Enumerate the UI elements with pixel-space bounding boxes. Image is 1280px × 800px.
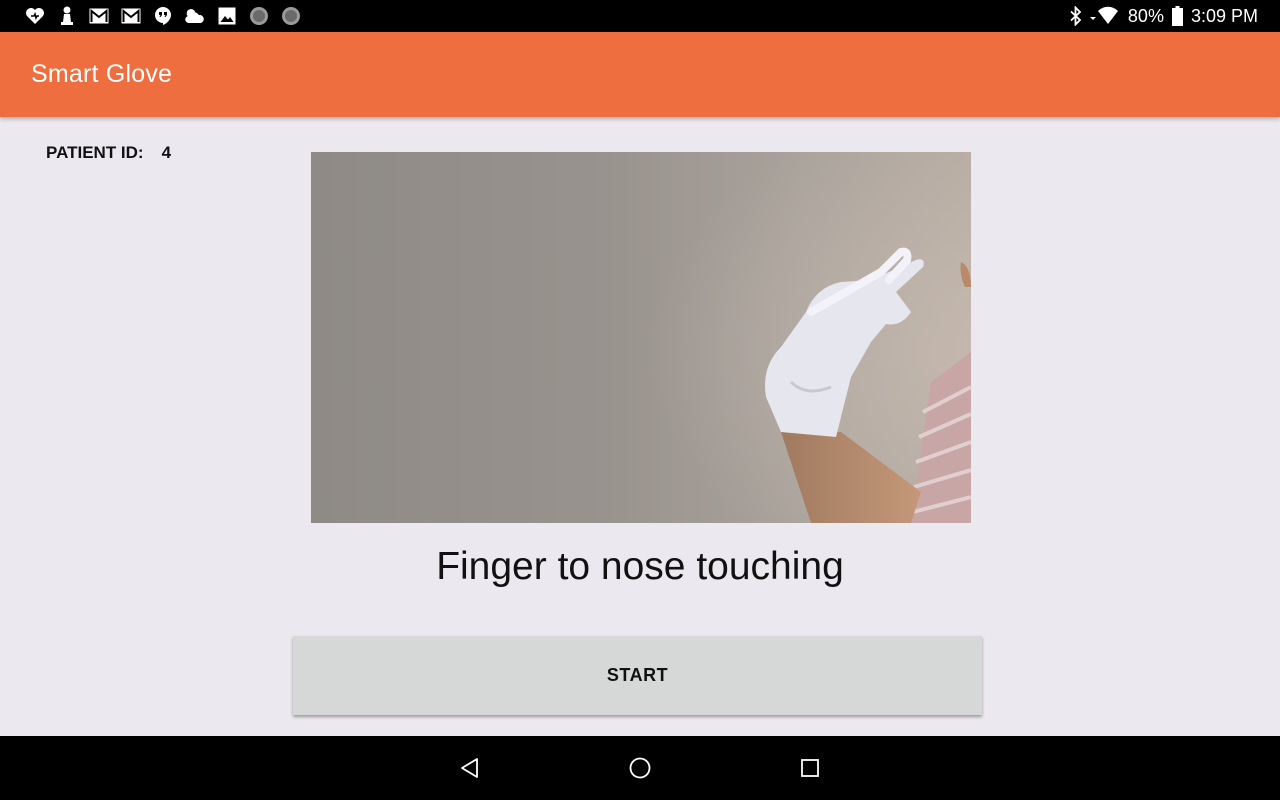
system-status: 80% 3:09 PM (1070, 0, 1258, 32)
gmail-icon (120, 6, 141, 27)
patient-id-label: PATIENT ID: (46, 143, 144, 162)
recents-icon (801, 759, 819, 777)
image-icon (216, 6, 237, 27)
battery-percent: 80% (1127, 5, 1164, 26)
back-icon (461, 758, 478, 778)
navigation-bar (0, 736, 1280, 800)
battery-icon (1171, 6, 1183, 26)
home-icon (629, 757, 651, 779)
exercise-video (311, 152, 971, 523)
dot-icon (280, 6, 301, 27)
exercise-label: Finger to nose touching (436, 545, 844, 588)
patient-id: PATIENT ID: 4 (46, 143, 171, 163)
hangouts-icon (152, 6, 173, 27)
notification-icons (24, 0, 301, 32)
glove-hand-illustration (765, 247, 971, 523)
start-button[interactable]: START (293, 636, 982, 715)
app-title: Smart Glove (31, 60, 173, 88)
dot-icon (248, 6, 269, 27)
status-bar: 80% 3:09 PM (0, 0, 1280, 32)
back-button[interactable] (454, 752, 486, 784)
chess-pawn-icon (56, 6, 77, 27)
home-button[interactable] (624, 752, 656, 784)
bluetooth-icon (1070, 6, 1082, 26)
app-bar: Smart Glove (0, 32, 1280, 117)
weather-icon (184, 6, 205, 27)
gmail-icon (88, 6, 109, 27)
heart-icon (24, 6, 45, 27)
recents-button[interactable] (794, 752, 826, 784)
wifi-icon (1089, 6, 1120, 26)
patient-id-value: 4 (161, 143, 172, 162)
clock: 3:09 PM (1190, 5, 1258, 26)
